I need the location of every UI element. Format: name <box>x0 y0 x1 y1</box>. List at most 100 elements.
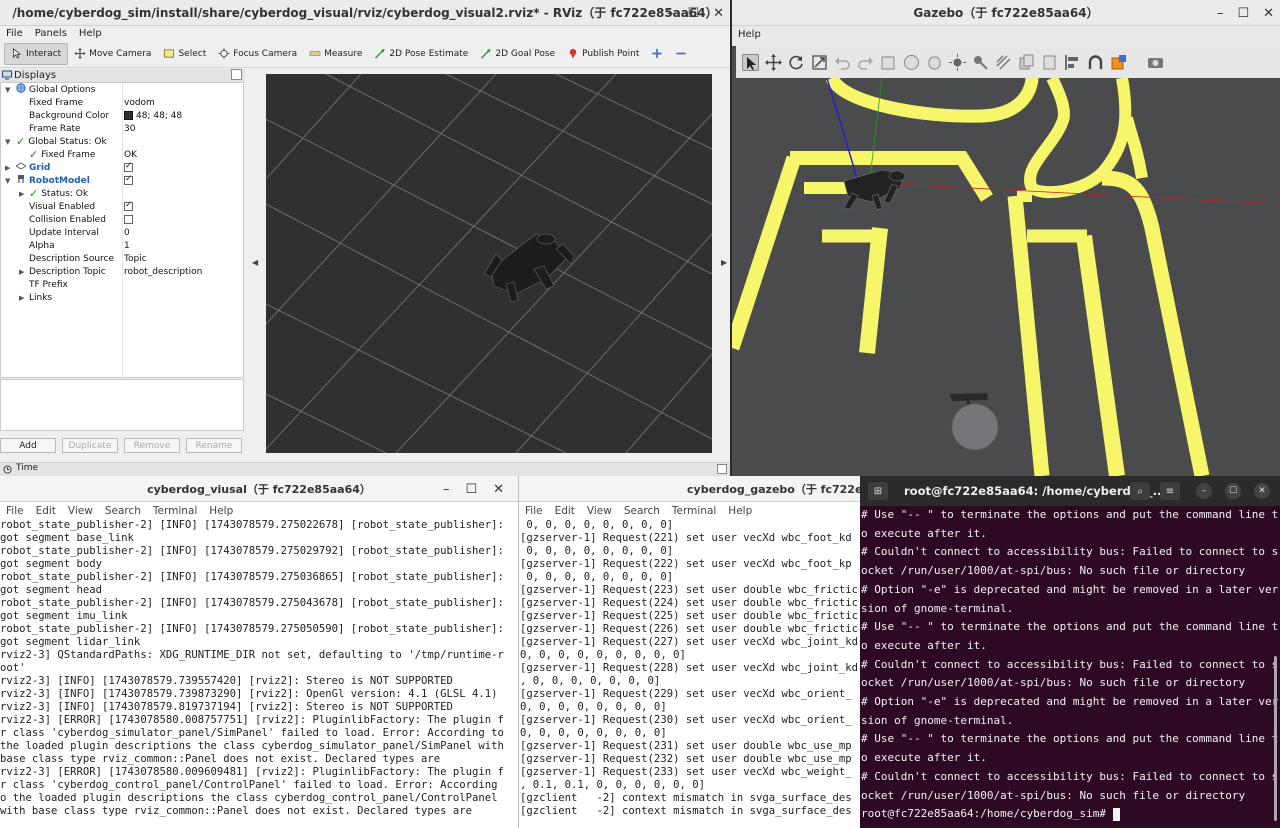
sphere-shape-icon[interactable] <box>903 54 920 71</box>
tree-row[interactable]: Update Interval 0 <box>1 226 243 239</box>
maximize-button[interactable]: ☐ <box>1237 6 1249 21</box>
copy-icon[interactable] <box>1018 54 1035 71</box>
tool-2d-pose-estimate[interactable]: 2D Pose Estimate <box>368 43 474 65</box>
color-swatch[interactable] <box>124 111 133 120</box>
tree-row[interactable]: Collision Enabled <box>1 213 243 226</box>
terminal-prompt[interactable]: root@fc722e85aa64:/home/cyberdog_sim# <box>860 805 1280 824</box>
expand-down-icon[interactable]: ▼ <box>5 177 10 185</box>
menu-view[interactable]: View <box>68 505 93 517</box>
expand-right-icon[interactable]: ▶ <box>5 164 10 172</box>
redo-icon[interactable] <box>857 54 874 71</box>
tree-checkbox[interactable] <box>124 161 133 172</box>
minimize-button[interactable]: – <box>443 482 450 497</box>
spot-light-icon[interactable] <box>972 54 989 71</box>
panel-float-button[interactable] <box>231 69 242 80</box>
terminal-gazebo-output[interactable]: 0, 0, 0, 0, 0, 0, 0, 0] [gzserver-1] Requ… <box>519 519 864 828</box>
minimize-button[interactable]: – <box>667 6 674 21</box>
expand-right-icon[interactable]: ▶ <box>19 190 24 198</box>
menu-terminal[interactable]: Terminal <box>672 505 716 517</box>
tool-focus-camera[interactable]: Focus Camera <box>212 43 303 65</box>
gazebo-3d-scene[interactable] <box>732 74 1280 476</box>
menu-help[interactable]: Help <box>79 28 102 39</box>
tree-row[interactable]: Frame Rate 30 <box>1 122 243 135</box>
paste-icon[interactable] <box>1041 54 1058 71</box>
tool-measure[interactable]: Measure <box>303 43 368 65</box>
terminal-visual-titlebar[interactable]: cyberdog_viusal（于 fc722e85aa64） – ☐ ✕ <box>0 476 518 502</box>
maximize-button[interactable]: ☐ <box>687 6 699 21</box>
menu-search[interactable]: Search <box>105 505 141 517</box>
tree-row[interactable]: ▼ ✓ Global Status: Ok <box>1 135 243 148</box>
left-splitter-arrow[interactable]: ◀ <box>252 258 258 267</box>
menu-file[interactable]: File <box>6 28 23 39</box>
change-view-icon[interactable] <box>1110 54 1127 71</box>
tree-checkbox[interactable] <box>124 215 133 224</box>
remove-tool-button[interactable] <box>669 43 693 65</box>
maximize-icon[interactable]: ☐ <box>1225 483 1241 499</box>
directional-light-icon[interactable] <box>995 54 1012 71</box>
close-button[interactable]: ✕ <box>493 482 504 497</box>
tree-row[interactable]: ▼ RobotModel <box>1 174 243 187</box>
time-panel-float-button[interactable] <box>717 464 727 474</box>
tree-row[interactable]: ✓ Fixed Frame OK <box>1 148 243 161</box>
expand-right-icon[interactable]: ▶ <box>19 268 24 276</box>
expand-right-icon[interactable]: ▶ <box>19 294 24 302</box>
terminal-visual-output[interactable]: robot_state_publisher-2] [INFO] [1743078… <box>0 519 518 828</box>
menu-edit[interactable]: Edit <box>555 505 575 517</box>
menu-help[interactable]: Help <box>728 505 752 517</box>
box-shape-icon[interactable] <box>880 54 897 71</box>
rviz-titlebar[interactable]: /home/cyberdog_sim/install/share/cyberdo… <box>0 0 730 26</box>
expand-down-icon[interactable]: ▼ <box>5 86 10 94</box>
tree-row[interactable]: Description Source Topic <box>1 252 243 265</box>
close-button[interactable]: ✕ <box>1263 6 1274 21</box>
screenshot-icon[interactable] <box>1147 54 1164 71</box>
tree-row[interactable]: Visual Enabled <box>1 200 243 213</box>
tree-row[interactable]: ▶ ✓ Status: Ok <box>1 187 243 200</box>
tool-publish-point[interactable]: Publish Point <box>561 43 645 65</box>
tool-interact[interactable]: Interact <box>4 42 69 65</box>
undo-icon[interactable] <box>834 54 851 71</box>
menu-help[interactable]: Help <box>738 29 761 40</box>
minimize-button[interactable]: – <box>1217 6 1224 21</box>
terminal-gazebo-titlebar[interactable]: cyberdog_gazebo（于 fc722e85aa64） <box>519 476 864 502</box>
close-icon[interactable]: ✕ <box>1254 483 1270 499</box>
new-tab-icon[interactable]: ⊞ <box>868 482 888 500</box>
add-tool-button[interactable] <box>645 43 669 65</box>
menu-file[interactable]: File <box>525 505 543 517</box>
gazebo-titlebar[interactable]: Gazebo（于 fc722e85aa64） – ☐ ✕ <box>732 0 1280 26</box>
tree-checkbox[interactable] <box>124 200 133 211</box>
tree-row[interactable]: ▶ Grid <box>1 161 243 174</box>
scale-icon[interactable] <box>811 54 828 71</box>
align-icon[interactable] <box>1064 54 1081 71</box>
tree-row[interactable]: Background Color 48; 48; 48 <box>1 109 243 122</box>
menu-file[interactable]: File <box>6 505 24 517</box>
minimize-icon[interactable]: – <box>1196 483 1212 499</box>
menu-view[interactable]: View <box>587 505 612 517</box>
select-mode-icon[interactable] <box>742 53 759 71</box>
terminal-root-headerbar[interactable]: ⊞ root@fc722e85aa64: /home/cyberdog_... … <box>860 476 1280 506</box>
add-button[interactable]: Add <box>0 438 56 453</box>
terminal-root-scrollbar[interactable] <box>1274 656 1277 821</box>
duplicate-button[interactable]: Duplicate <box>62 438 118 453</box>
terminal-root-output[interactable]: # Use "-- " to terminate the options and… <box>860 506 1280 824</box>
tree-row[interactable]: Alpha 1 <box>1 239 243 252</box>
tool-select[interactable]: Select <box>157 43 212 65</box>
tool-2d-goal-pose[interactable]: 2D Goal Pose <box>474 43 561 65</box>
tree-row[interactable]: ▶ Links <box>1 291 243 304</box>
remove-button[interactable]: Remove <box>124 438 180 453</box>
menu-panels[interactable]: Panels <box>35 28 67 39</box>
cylinder-shape-icon[interactable] <box>926 54 943 71</box>
right-splitter-arrow[interactable]: ▶ <box>721 258 727 267</box>
menu-help[interactable]: Help <box>209 505 233 517</box>
rename-button[interactable]: Rename <box>186 438 242 453</box>
expand-down-icon[interactable]: ▼ <box>5 138 10 146</box>
tree-row[interactable]: ▼ Global Options <box>1 83 243 96</box>
close-button[interactable]: ✕ <box>713 6 724 21</box>
tool-move-camera[interactable]: Move Camera <box>68 43 157 65</box>
hamburger-menu-icon[interactable]: ≡ <box>1160 482 1180 500</box>
tree-row[interactable]: TF Prefix <box>1 278 243 291</box>
tree-row[interactable]: ▶ Description Topic robot_description <box>1 265 243 278</box>
menu-edit[interactable]: Edit <box>36 505 56 517</box>
search-icon[interactable]: ⌕ <box>1130 482 1150 500</box>
translate-icon[interactable] <box>765 53 782 71</box>
maximize-button[interactable]: ☐ <box>465 482 477 497</box>
